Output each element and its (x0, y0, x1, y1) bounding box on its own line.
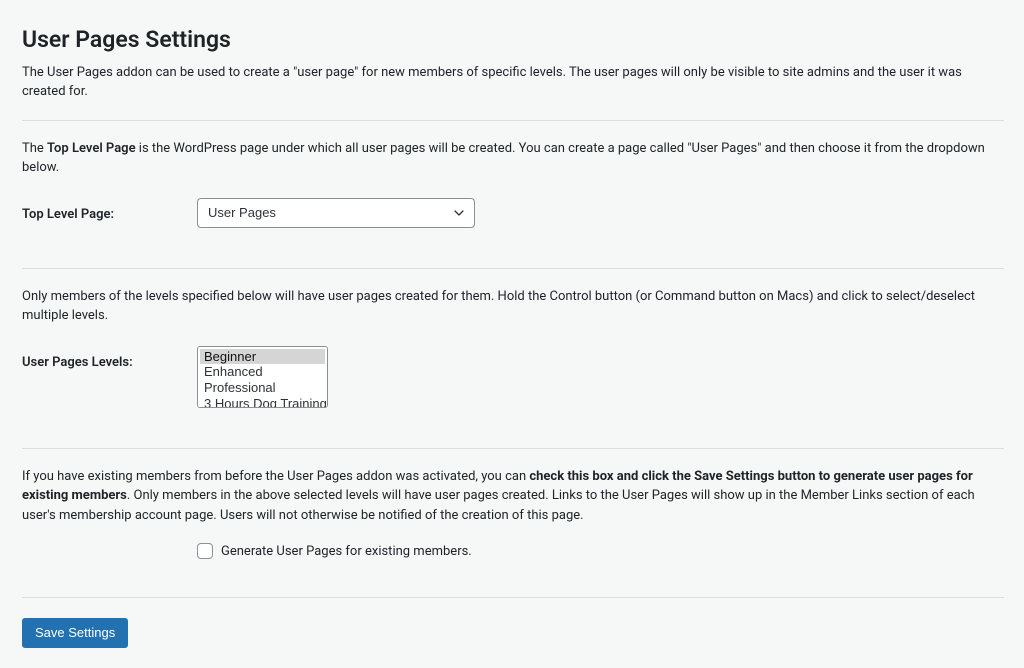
page-title: User Pages Settings (22, 10, 1004, 63)
submit-row: Save Settings (22, 618, 1004, 648)
top-level-page-label: Top Level Page: (22, 198, 197, 225)
level-option[interactable]: Professional (200, 380, 325, 396)
divider (22, 597, 1004, 598)
levels-description: Only members of the levels specified bel… (22, 287, 1004, 326)
text-bold: Top Level Page (47, 141, 136, 156)
top-level-description: The Top Level Page is the WordPress page… (22, 139, 1004, 178)
save-settings-button[interactable]: Save Settings (22, 618, 128, 648)
divider (22, 448, 1004, 449)
text-fragment: The (22, 141, 47, 156)
user-pages-levels-row: User Pages Levels: BeginnerEnhancedProfe… (22, 346, 1004, 408)
top-level-page-row: Top Level Page: User Pages (22, 198, 1004, 228)
user-pages-levels-select[interactable]: BeginnerEnhancedProfessional3 Hours Dog … (197, 346, 328, 408)
top-level-page-select-wrapper: User Pages (197, 198, 475, 228)
level-option[interactable]: 3 Hours Dog Training (200, 396, 325, 408)
settings-page: User Pages Settings The User Pages addon… (0, 0, 1024, 668)
generate-existing-checkbox[interactable] (197, 543, 213, 559)
user-pages-levels-label: User Pages Levels: (22, 346, 197, 373)
intro-paragraph: The User Pages addon can be used to crea… (22, 63, 1004, 102)
generate-existing-row: Generate User Pages for existing members… (197, 543, 1004, 559)
divider (22, 120, 1004, 121)
user-pages-levels-control: BeginnerEnhancedProfessional3 Hours Dog … (197, 346, 328, 408)
level-option[interactable]: Beginner (200, 349, 325, 365)
existing-members-description: If you have existing members from before… (22, 467, 1004, 526)
generate-existing-label: Generate User Pages for existing members… (221, 544, 472, 559)
top-level-page-select[interactable]: User Pages (197, 198, 475, 228)
text-fragment: If you have existing members from before… (22, 469, 529, 484)
level-option[interactable]: Enhanced (200, 364, 325, 380)
text-fragment: . Only members in the above selected lev… (22, 488, 975, 523)
text-fragment: is the WordPress page under which all us… (22, 141, 985, 176)
divider (22, 268, 1004, 269)
top-level-page-control: User Pages (197, 198, 475, 228)
